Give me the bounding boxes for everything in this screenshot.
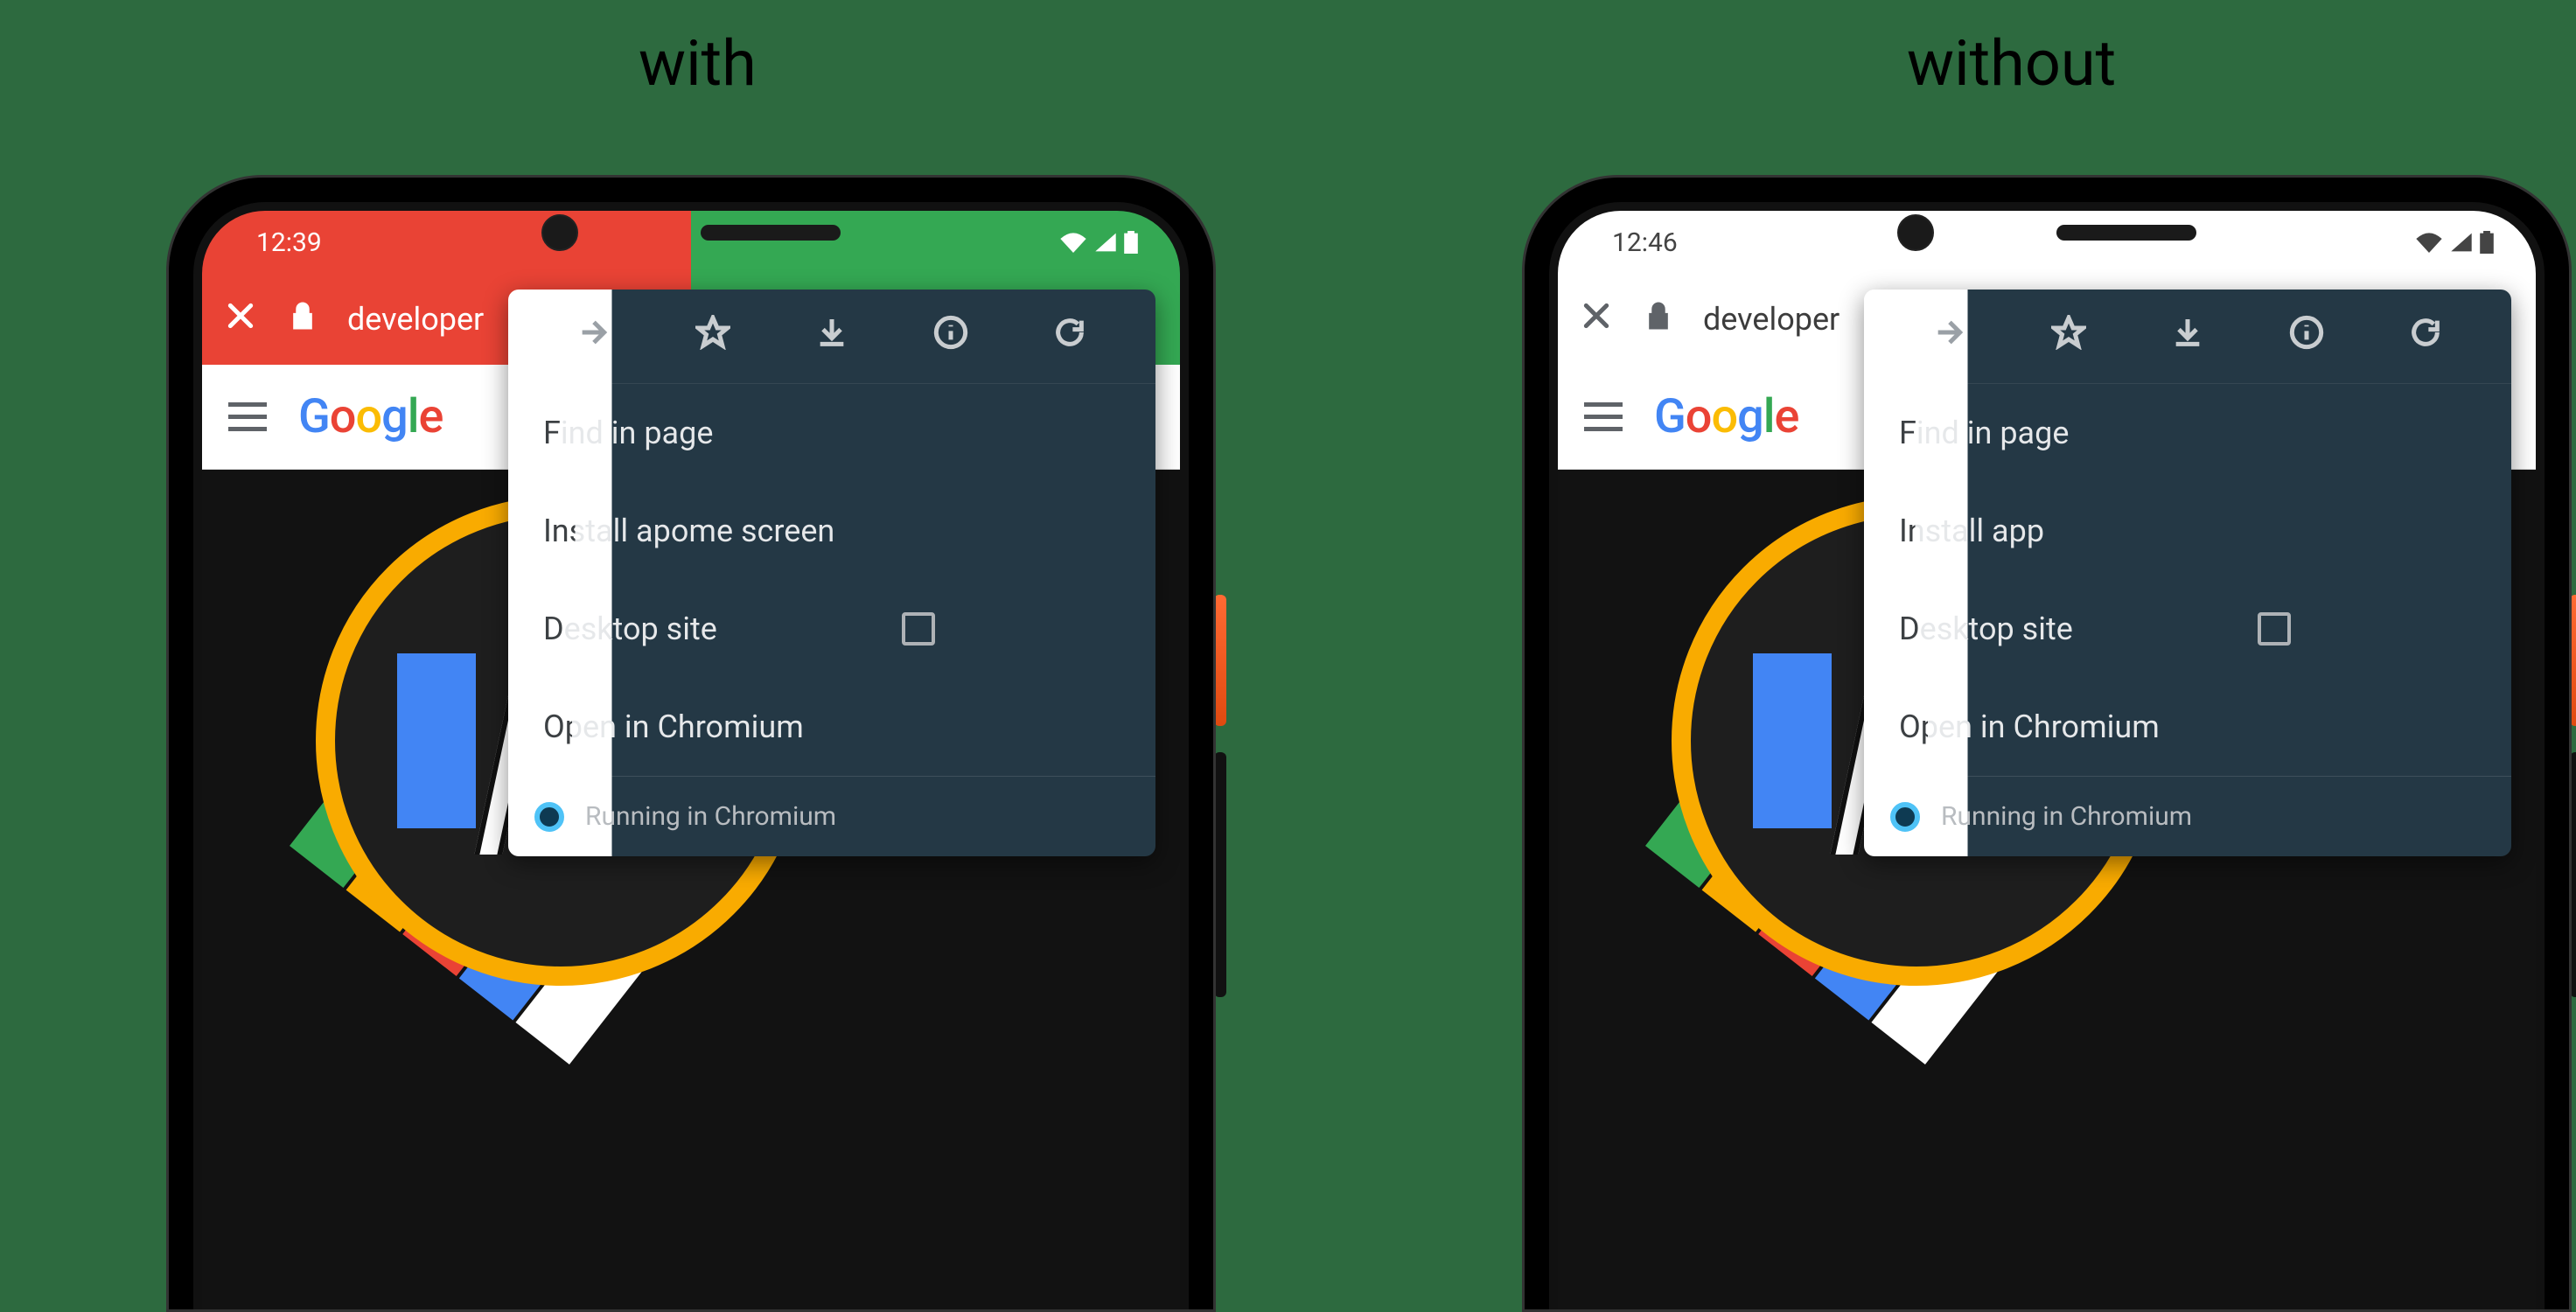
phone-with-theme: 12:39 developer G o (166, 175, 1216, 1312)
download-icon[interactable] (2170, 315, 2205, 358)
label-without: without (1907, 26, 2116, 101)
overflow-menu: Find in page Install app Desktop site Op… (1864, 290, 2511, 856)
google-logo: G o o g l e (298, 389, 443, 444)
status-time: 12:46 (1612, 227, 1678, 258)
star-icon[interactable] (695, 315, 730, 358)
menu-footer: Running in Chromium (1864, 776, 2511, 856)
lock-icon (290, 301, 316, 338)
battery-icon (1124, 231, 1138, 254)
url-domain[interactable]: developer (1703, 301, 1840, 338)
star-icon[interactable] (2051, 315, 2086, 358)
power-button (1214, 595, 1226, 726)
menu-find-in-page[interactable]: Find in page (508, 384, 1155, 482)
menu-install[interactable]: Install app (1864, 482, 2511, 580)
info-icon[interactable] (933, 315, 968, 358)
battery-icon (2480, 231, 2494, 254)
earpiece-speaker (701, 225, 841, 241)
phone-without-theme: 12:46 developer G o (1522, 175, 2572, 1312)
close-icon[interactable] (223, 298, 258, 341)
front-camera (1897, 214, 1934, 251)
url-domain[interactable]: developer (347, 301, 484, 338)
lock-icon (1645, 301, 1672, 338)
menu-icon[interactable] (228, 402, 267, 431)
close-icon[interactable] (1579, 298, 1614, 341)
menu-desktop-site[interactable]: Desktop site (508, 580, 1155, 678)
chromium-icon (534, 802, 564, 832)
reload-icon[interactable] (1052, 315, 1087, 358)
menu-install[interactable]: Install apome screen (508, 482, 1155, 580)
wifi-icon (1059, 232, 1087, 253)
menu-desktop-site[interactable]: Desktop site (1864, 580, 2511, 678)
cellular-icon (2450, 232, 2473, 253)
forward-icon[interactable] (576, 315, 611, 358)
front-camera (541, 214, 578, 251)
overflow-menu: Find in page Install apome screen Deskto… (508, 290, 1155, 856)
chromium-icon (1890, 802, 1920, 832)
earpiece-speaker (2056, 225, 2196, 241)
desktop-site-checkbox[interactable] (2258, 612, 2291, 646)
wifi-icon (2415, 232, 2443, 253)
info-icon[interactable] (2289, 315, 2324, 358)
desktop-site-checkbox[interactable] (902, 612, 935, 646)
label-with: with (639, 26, 757, 101)
menu-open-in-chromium[interactable]: Open in Chromium (508, 678, 1155, 776)
menu-footer: Running in Chromium (508, 776, 1155, 856)
menu-find-in-page[interactable]: Find in page (1864, 384, 2511, 482)
cellular-icon (1094, 232, 1117, 253)
menu-open-in-chromium[interactable]: Open in Chromium (1864, 678, 2511, 776)
google-logo: G o o g l e (1654, 389, 1798, 444)
menu-icon[interactable] (1584, 402, 1623, 431)
download-icon[interactable] (814, 315, 849, 358)
reload-icon[interactable] (2408, 315, 2443, 358)
status-time: 12:39 (256, 227, 322, 258)
volume-button (1214, 752, 1226, 997)
forward-icon[interactable] (1932, 315, 1967, 358)
